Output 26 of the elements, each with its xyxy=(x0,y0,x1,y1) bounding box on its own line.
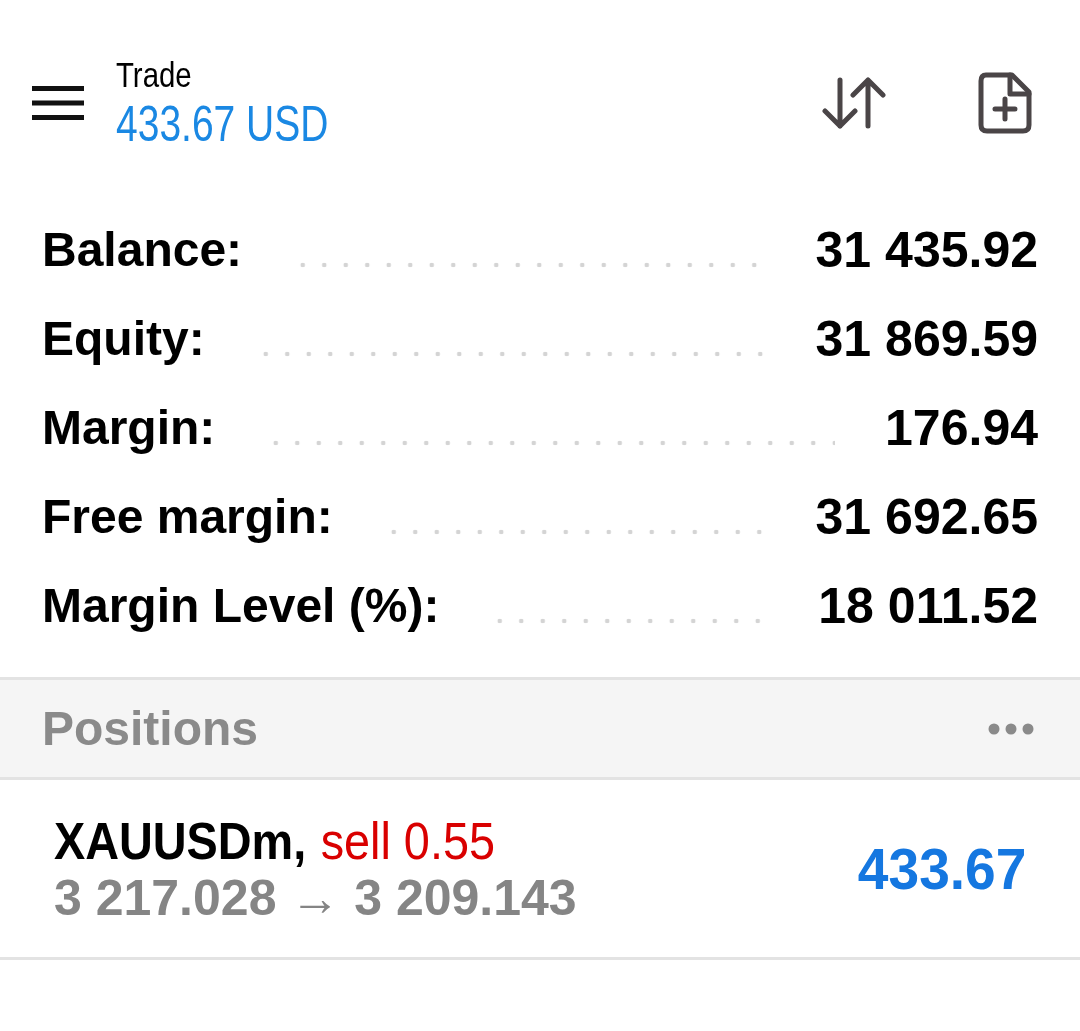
account-value: 176.94 xyxy=(885,399,1038,456)
menu-icon xyxy=(32,85,84,120)
position-row[interactable]: XAUUSDm, sell 0.55 3 217.028 → 3 209.143 433.67 xyxy=(0,780,1080,960)
section-title: Positions xyxy=(42,700,259,757)
screen-title: Trade xyxy=(116,54,192,95)
account-value: 31 869.59 xyxy=(815,310,1038,367)
document-plus-icon xyxy=(978,71,1032,134)
account-label: Margin: xyxy=(42,399,216,456)
position-prices: 3 217.028 → 3 209.143 xyxy=(54,869,577,926)
more-dots-icon xyxy=(988,722,1034,735)
account-label: Balance: xyxy=(42,221,243,278)
account-value: 18 011.52 xyxy=(818,577,1038,634)
menu-button[interactable] xyxy=(32,85,84,120)
account-label: Margin Level (%): xyxy=(42,577,440,634)
account-value: 31 692.65 xyxy=(815,488,1038,545)
account-label: Equity: xyxy=(42,310,205,367)
sort-button[interactable] xyxy=(822,76,886,129)
position-order: sell 0.55 xyxy=(320,811,495,870)
position-symbol: XAUUSDm, xyxy=(54,811,307,870)
position-profit: 433.67 xyxy=(857,836,1026,901)
account-value: 31 435.92 xyxy=(815,221,1038,278)
account-label: Free margin: xyxy=(42,488,333,545)
more-button[interactable] xyxy=(988,722,1034,735)
up-down-arrows-icon xyxy=(822,76,886,129)
new-order-button[interactable] xyxy=(978,71,1032,134)
profit-total: 433.67 USD xyxy=(116,94,329,153)
